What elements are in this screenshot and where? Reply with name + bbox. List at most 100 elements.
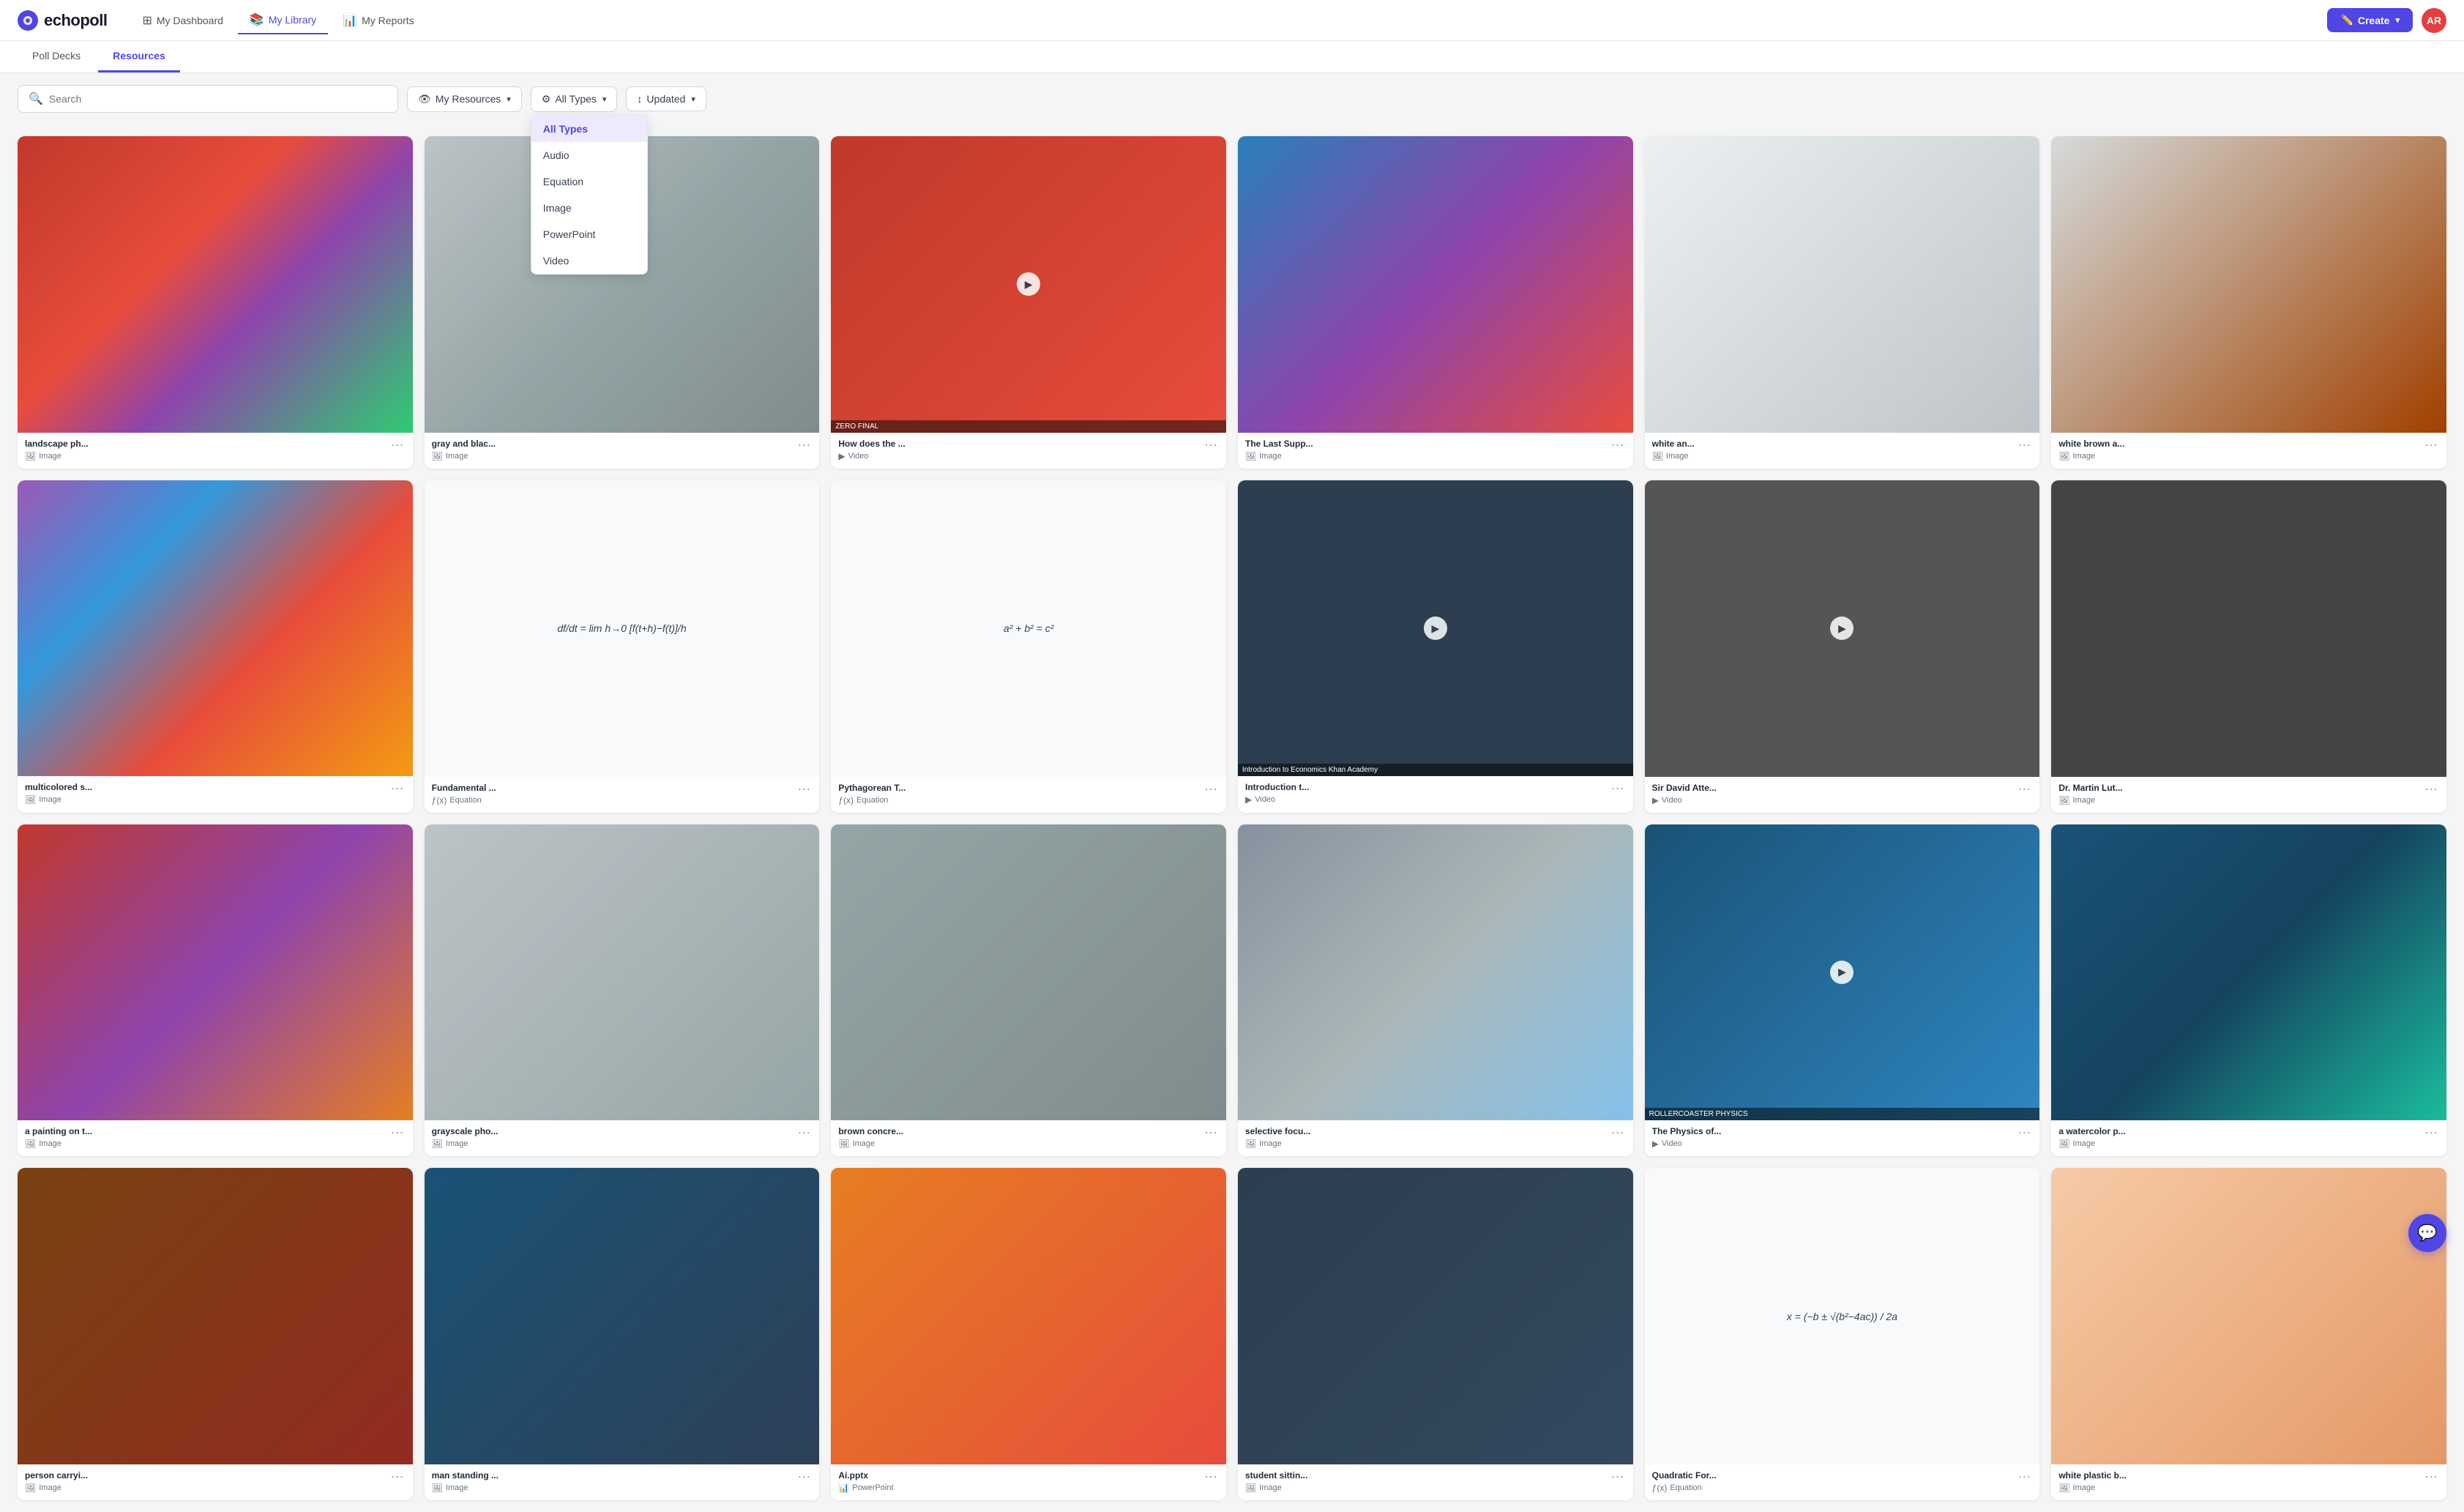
card-more-button[interactable]: ⋯ [1203,1470,1219,1483]
type-icon: 🖼 [2058,1483,2069,1493]
card-more-button[interactable]: ⋯ [796,783,812,796]
create-button[interactable]: ✏️ Create ▾ [2327,8,2413,32]
card-more-button[interactable]: ⋯ [389,439,406,452]
resource-card[interactable]: white plastic b... 🖼 Image ⋯ [2051,1168,2446,1500]
card-title: a painting on t... [25,1126,389,1136]
resource-card[interactable]: ▶ Introduction to Economics Khan Academy… [1238,480,1633,813]
card-thumbnail [18,824,413,1121]
card-title: gray and blac... [432,439,796,449]
card-info: Sir David Atte... ▶ Video [1652,783,2017,805]
type-label: Video [1662,796,1682,805]
card-thumbnail [831,1168,1226,1464]
card-more-button[interactable]: ⋯ [2016,1126,2032,1139]
resource-card[interactable]: Dr. Martin Lut... 🖼 Image ⋯ [2051,480,2446,813]
card-more-button[interactable]: ⋯ [2423,439,2439,452]
type-option-audio[interactable]: Audio [531,142,647,168]
nav-item-dashboard[interactable]: ⊞ My Dashboard [130,7,234,34]
logo[interactable]: echopoll [18,10,107,31]
card-more-button[interactable]: ⋯ [2016,783,2032,796]
resource-card[interactable]: x = (−b ± √(b²−4ac)) / 2a Quadratic For.… [1645,1168,2040,1500]
type-label: Equation [856,796,888,805]
card-footer: Sir David Atte... ▶ Video ⋯ [1645,777,2040,813]
chat-fab[interactable]: 💬 [2408,1214,2446,1252]
card-more-button[interactable]: ⋯ [796,1470,812,1483]
card-footer: man standing ... 🖼 Image ⋯ [425,1464,820,1500]
type-icon: 🖼 [2058,451,2069,461]
resource-card[interactable]: white an... 🖼 Image ⋯ [1645,136,2040,469]
card-more-button[interactable]: ⋯ [389,782,406,795]
type-icon: 🖼 [25,794,36,805]
card-type: 🖼 Image [2058,795,2423,805]
type-label: Image [2073,452,2096,461]
resource-card[interactable]: white brown a... 🖼 Image ⋯ [2051,136,2446,469]
search-input[interactable] [49,93,387,105]
card-info: The Physics of... ▶ Video [1652,1126,2017,1149]
resource-card[interactable]: df/dt = lim h→0 [f(t+h)−f(t)]/h Fundamen… [425,480,820,813]
equation-preview: a² + b² = c² [1004,622,1053,634]
card-more-button[interactable]: ⋯ [1610,782,1626,795]
resource-card[interactable]: person carryi... 🖼 Image ⋯ [18,1168,413,1500]
card-title: person carryi... [25,1470,389,1481]
tab-bar: Poll Decks Resources [0,41,2464,73]
resource-card[interactable]: ▶ ROLLERCOASTER PHYSICS The Physics of..… [1645,824,2040,1157]
card-footer: Pythagorean T... ƒ(x) Equation ⋯ [831,777,1226,813]
resource-card[interactable]: a painting on t... 🖼 Image ⋯ [18,824,413,1157]
updated-button[interactable]: ↕ Updated ▾ [626,86,706,111]
card-more-button[interactable]: ⋯ [2016,1470,2032,1483]
resource-card[interactable]: Ai.pptx 📊 PowerPoint ⋯ [831,1168,1226,1500]
type-icon: ▶ [838,451,845,461]
card-info: gray and blac... 🖼 Image [432,439,796,461]
card-footer: The Physics of... ▶ Video ⋯ [1645,1120,2040,1156]
resource-card[interactable]: grayscale pho... 🖼 Image ⋯ [425,824,820,1157]
card-more-button[interactable]: ⋯ [1610,1126,1626,1139]
card-more-button[interactable]: ⋯ [1203,439,1219,452]
card-title: Sir David Atte... [1652,783,2017,793]
resource-card[interactable]: ▶ ZERO FINAL How does the ... ▶ Video ⋯ [831,136,1226,469]
card-thumbnail [831,824,1226,1121]
card-more-button[interactable]: ⋯ [389,1470,406,1483]
card-more-button[interactable]: ⋯ [796,439,812,452]
nav-item-reports[interactable]: 📊 My Reports [331,7,426,34]
resource-card[interactable]: student sittin... 🖼 Image ⋯ [1238,1168,1633,1500]
avatar-button[interactable]: AR [2422,8,2446,33]
type-option-powerpoint[interactable]: PowerPoint [531,221,647,247]
resource-card[interactable]: multicolored s... 🖼 Image ⋯ [18,480,413,813]
video-play-icon: ▶ [1017,272,1040,296]
card-thumbnail [18,1168,413,1464]
card-info: man standing ... 🖼 Image [432,1470,796,1493]
resource-card[interactable]: man standing ... 🖼 Image ⋯ [425,1168,820,1500]
card-more-button[interactable]: ⋯ [1203,1126,1219,1139]
resource-card[interactable]: brown concre... 🖼 Image ⋯ [831,824,1226,1157]
resource-card[interactable]: selective focu... 🖼 Image ⋯ [1238,824,1633,1157]
card-more-button[interactable]: ⋯ [1203,783,1219,796]
chat-icon: 💬 [2417,1224,2437,1243]
card-more-button[interactable]: ⋯ [796,1126,812,1139]
card-more-button[interactable]: ⋯ [2016,439,2032,452]
type-option-equation[interactable]: Equation [531,168,647,195]
resource-card[interactable]: ▶ Sir David Atte... ▶ Video ⋯ [1645,480,2040,813]
card-more-button[interactable]: ⋯ [2423,1470,2439,1483]
card-more-button[interactable]: ⋯ [389,1126,406,1139]
card-more-button[interactable]: ⋯ [2423,1126,2439,1139]
card-info: brown concre... 🖼 Image [838,1126,1203,1149]
card-more-button[interactable]: ⋯ [1610,439,1626,452]
type-option-video[interactable]: Video [531,247,647,274]
resource-card[interactable]: a watercolor p... 🖼 Image ⋯ [2051,824,2446,1157]
type-label: Image [446,1483,468,1492]
tab-poll-decks[interactable]: Poll Decks [18,41,95,72]
card-title: Pythagorean T... [838,783,1203,793]
card-title: Dr. Martin Lut... [2058,783,2423,793]
type-option-image[interactable]: Image [531,195,647,221]
resource-card[interactable]: landscape ph... 🖼 Image ⋯ [18,136,413,469]
all-types-button[interactable]: ⚙ All Types ▾ [531,86,618,112]
tab-resources[interactable]: Resources [98,41,180,72]
resource-card[interactable]: The Last Supp... 🖼 Image ⋯ [1238,136,1633,469]
card-type: 🖼 Image [1652,451,2017,461]
resource-card[interactable]: a² + b² = c² Pythagorean T... ƒ(x) Equat… [831,480,1226,813]
type-option-all[interactable]: All Types [531,116,647,142]
card-more-button[interactable]: ⋯ [1610,1470,1626,1483]
my-resources-button[interactable]: 👁 My Resources ▾ [407,86,522,112]
card-more-button[interactable]: ⋯ [2423,783,2439,796]
nav-item-library[interactable]: 📚 My Library [238,7,328,34]
search-wrap: 🔍 [18,85,398,113]
